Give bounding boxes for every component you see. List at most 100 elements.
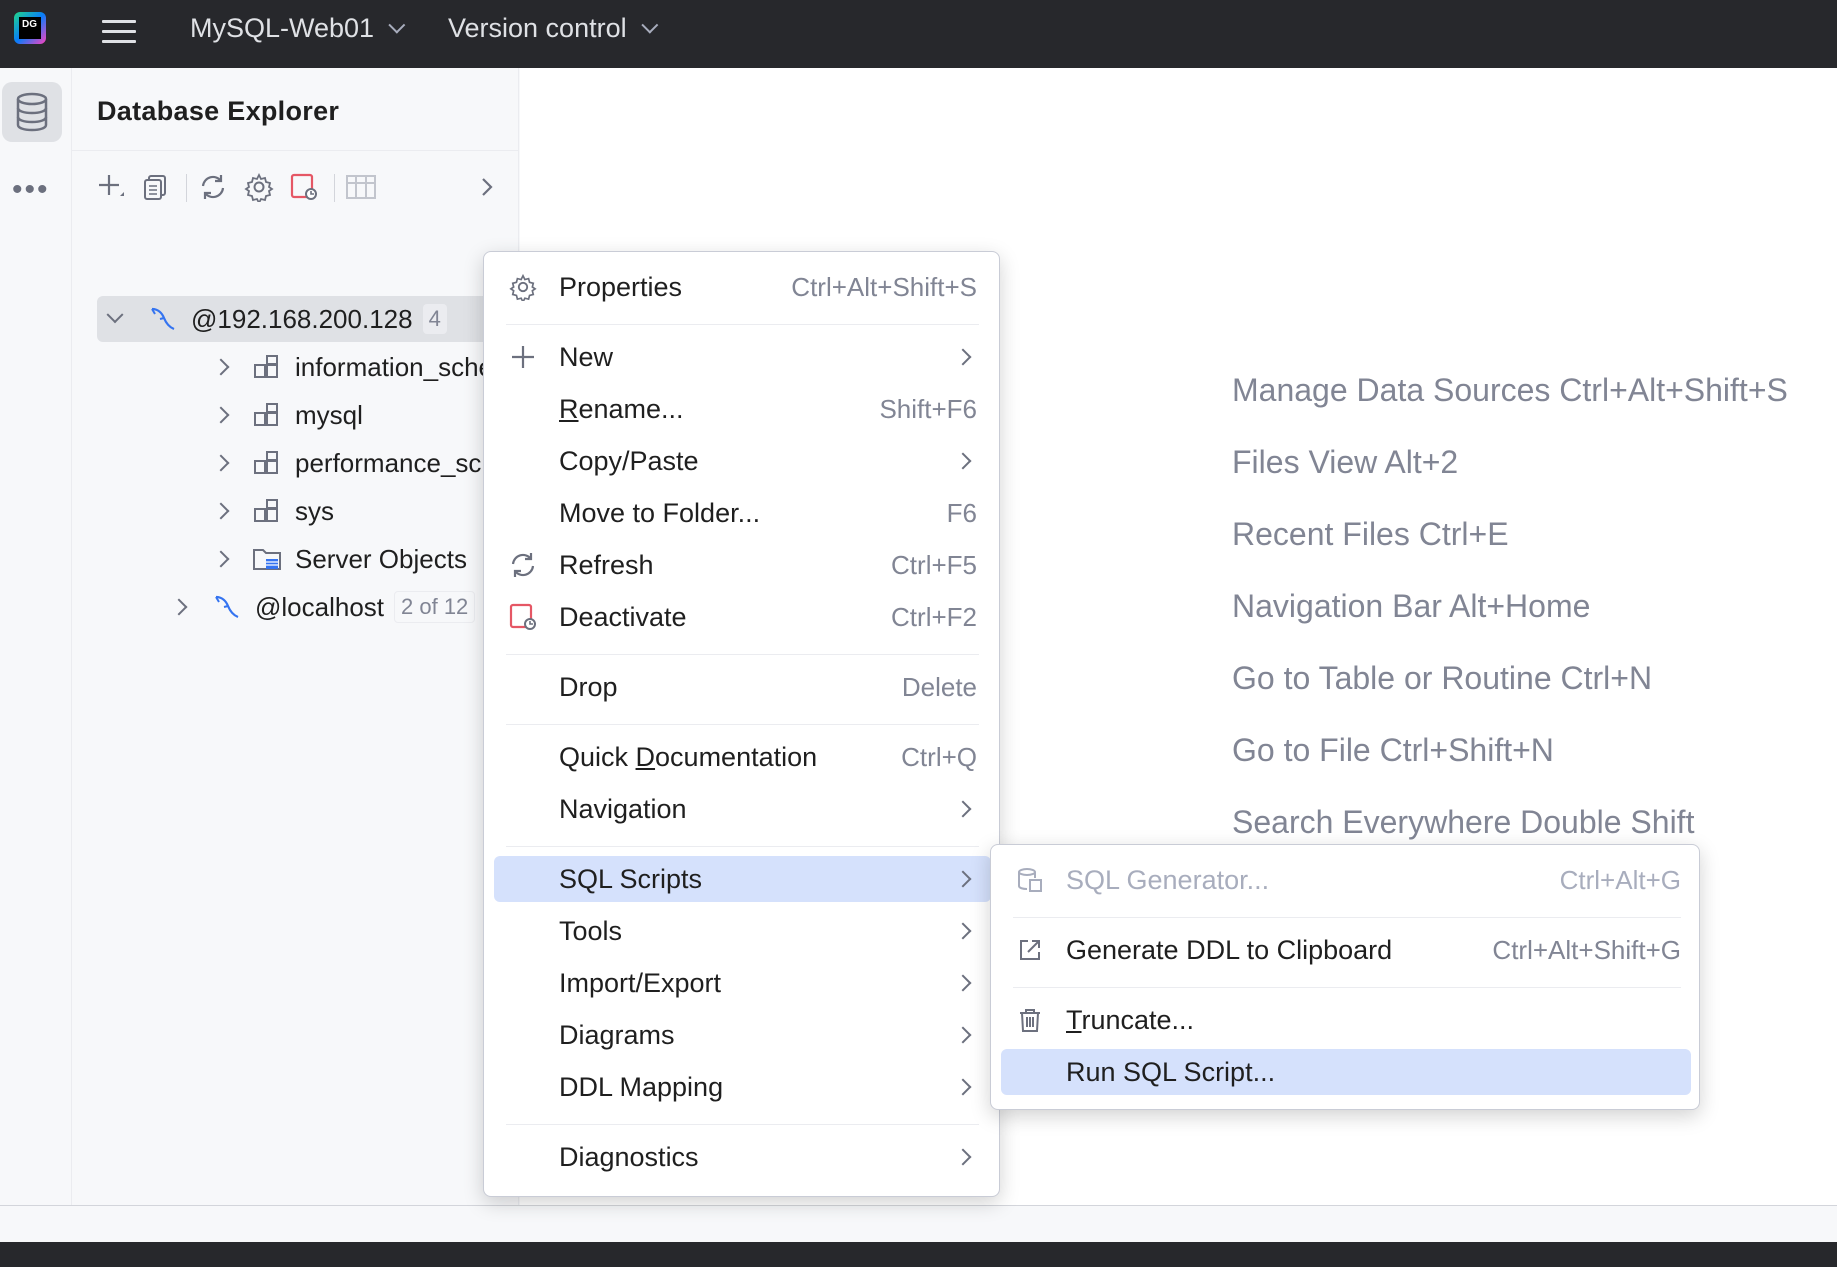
mnemonic: T	[1066, 1004, 1082, 1035]
menu-item-refresh[interactable]: Refresh Ctrl+F5	[494, 542, 991, 588]
menu-separator	[1013, 917, 1681, 918]
menu-item-import-export[interactable]: Import/Export	[494, 960, 991, 1006]
menu-item-label: Diagnostics	[559, 1141, 699, 1172]
database-tool-button[interactable]	[2, 82, 62, 142]
chevron-right-icon[interactable]	[212, 406, 230, 424]
tree-node-schema[interactable]: mysql	[97, 392, 363, 438]
menu-separator	[506, 324, 979, 325]
schema-icon	[251, 399, 283, 431]
tree-node-count-badge: 2 of 12	[394, 591, 476, 623]
tree-node-label: Server Objects	[295, 543, 467, 574]
chevron-right-icon[interactable]	[212, 358, 230, 376]
panel-title: Database Explorer	[97, 96, 340, 126]
tree-node-schema[interactable]: sys	[97, 488, 334, 534]
project-name: MySQL-Web01	[190, 12, 375, 43]
table-view-icon	[344, 170, 378, 204]
menu-item-label: Diagrams	[559, 1019, 675, 1050]
tree-node-label: @localhost	[255, 591, 385, 622]
menu-item-shortcut: Ctrl+Q	[901, 741, 977, 772]
menu-item-label: SQL Generator...	[1066, 864, 1270, 895]
chevron-down-icon[interactable]	[106, 306, 124, 324]
chevron-right-icon[interactable]	[470, 170, 504, 204]
menu-item-label: Deactivate	[559, 601, 687, 632]
menu-item-properties[interactable]: Properties Ctrl+Alt+Shift+S	[494, 264, 991, 310]
menu-item-quick-documentation[interactable]: Quick Documentation Ctrl+Q	[494, 734, 991, 780]
menu-item-label: Truncate...	[1066, 1005, 1194, 1036]
menu-item-ddl-mapping[interactable]: DDL Mapping	[494, 1064, 991, 1110]
gear-icon	[508, 272, 538, 302]
menu-item-rename[interactable]: Rename... Shift+F6	[494, 386, 991, 432]
menu-item-label: Copy/Paste	[559, 445, 699, 476]
tree-node-schema[interactable]: performance_schema	[97, 440, 546, 486]
menu-item-navigation[interactable]: Navigation	[494, 786, 991, 832]
menu-separator	[506, 724, 979, 725]
menu-item-diagnostics[interactable]: Diagnostics	[494, 1134, 991, 1180]
tree-node-label: sys	[295, 495, 334, 526]
vcs-selector[interactable]: Version control	[448, 10, 658, 46]
refresh-icon[interactable]	[196, 170, 230, 204]
database-icon	[16, 92, 48, 132]
menu-item-shortcut: Ctrl+F5	[891, 549, 977, 580]
hint-text: Files View Alt+2	[1232, 444, 1459, 480]
status-bar	[0, 1206, 1837, 1242]
tree-node-label: @192.168.200.128	[191, 303, 413, 334]
chevron-right-icon[interactable]	[212, 502, 230, 520]
hint-text: Manage Data Sources Ctrl+Alt+Shift+S	[1232, 372, 1788, 408]
title-bar: DG MySQL-Web01 Version control	[0, 0, 1837, 68]
menu-item-shortcut: Delete	[901, 671, 977, 702]
menu-item-shortcut: Ctrl+Alt+Shift+S	[791, 271, 977, 302]
menu-item-shortcut: Shift+F6	[879, 393, 977, 424]
chevron-right-icon	[954, 348, 972, 366]
submenu-item-generate-ddl[interactable]: Generate DDL to Clipboard Ctrl+Alt+Shift…	[1001, 927, 1691, 973]
main-menu-icon[interactable]	[102, 14, 136, 48]
menu-item-drop[interactable]: Drop Delete	[494, 664, 991, 710]
menu-item-diagrams[interactable]: Diagrams	[494, 1012, 991, 1058]
refresh-icon	[508, 550, 538, 580]
tree-node-schema[interactable]: information_schema	[97, 344, 529, 390]
more-tools-icon[interactable]: •••	[12, 175, 50, 205]
submenu-item-truncate[interactable]: Truncate...	[1001, 997, 1691, 1043]
toolbar-separator	[334, 174, 335, 202]
vcs-label: Version control	[448, 12, 627, 43]
schema-icon	[251, 447, 283, 479]
menu-item-deactivate[interactable]: Deactivate Ctrl+F2	[494, 594, 991, 640]
menu-item-copy-paste[interactable]: Copy/Paste	[494, 438, 991, 484]
hint-text: Go to File Ctrl+Shift+N	[1232, 732, 1554, 768]
tree-node-datasource[interactable]: @192.168.200.128 4	[97, 296, 495, 342]
menu-item-shortcut: F6	[946, 497, 977, 528]
mnemonic: D	[635, 741, 656, 772]
tree-node-server-objects[interactable]: Server Objects	[97, 536, 467, 582]
chevron-right-icon[interactable]	[212, 454, 230, 472]
duplicate-icon[interactable]	[138, 170, 172, 204]
submenu-item-sql-generator[interactable]: SQL Generator... Ctrl+Alt+G	[1001, 857, 1691, 903]
menu-item-move-to-folder[interactable]: Move to Folder... F6	[494, 490, 991, 536]
menu-item-sql-scripts[interactable]: SQL Scripts	[494, 856, 991, 902]
submenu-item-run-sql-script[interactable]: Run SQL Script...	[1001, 1049, 1691, 1095]
explorer-toolbar	[94, 164, 504, 208]
mnemonic: R	[559, 393, 579, 424]
chevron-right-icon[interactable]	[212, 550, 230, 568]
chevron-right-icon[interactable]	[170, 598, 188, 616]
tree-node-datasource[interactable]: @localhost 2 of 12	[97, 584, 476, 630]
menu-separator	[1013, 987, 1681, 988]
menu-item-label: Quick Documentation	[559, 742, 817, 773]
hint-text: Search Everywhere Double Shift	[1232, 804, 1695, 840]
menu-item-label: Tools	[559, 915, 623, 946]
menu-separator	[506, 654, 979, 655]
menu-item-label: New	[559, 341, 614, 372]
menu-item-tools[interactable]: Tools	[494, 908, 991, 954]
deactivate-icon[interactable]	[287, 170, 321, 204]
chevron-right-icon	[954, 974, 972, 992]
trash-icon	[1015, 1005, 1045, 1035]
menu-item-new[interactable]: New	[494, 334, 991, 380]
deactivate-icon	[508, 602, 538, 632]
menu-item-shortcut: Ctrl+F2	[891, 601, 977, 632]
settings-gear-icon[interactable]	[242, 170, 276, 204]
schema-icon	[251, 495, 283, 527]
project-selector[interactable]: MySQL-Web01	[190, 10, 406, 46]
menu-item-label: Refresh	[559, 549, 654, 580]
datagrip-logo-icon[interactable]: DG	[14, 12, 46, 44]
label-rest: runcate...	[1081, 1004, 1195, 1035]
add-icon[interactable]	[94, 170, 128, 204]
mysql-dolphin-icon	[147, 303, 179, 335]
